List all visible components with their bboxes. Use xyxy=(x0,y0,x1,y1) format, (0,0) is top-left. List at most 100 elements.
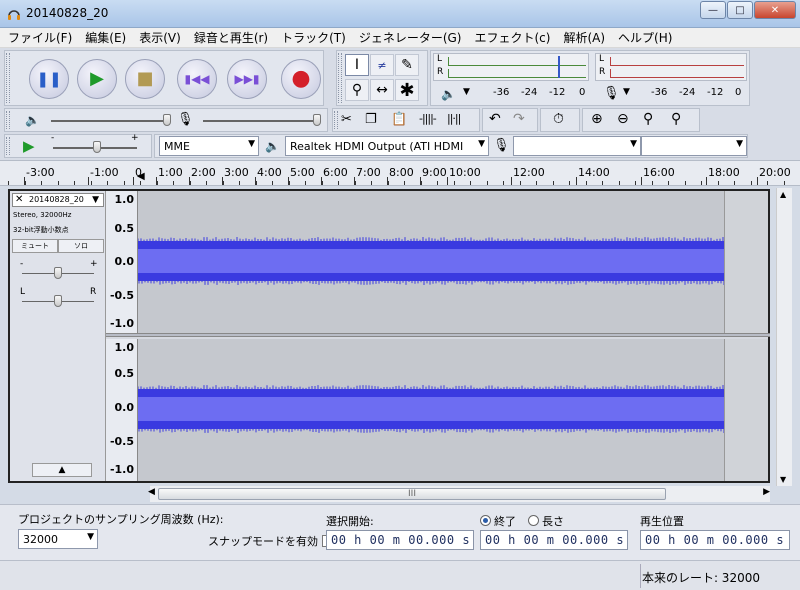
multi-tool-button[interactable]: ✱ xyxy=(395,79,419,101)
empty-track-region[interactable] xyxy=(724,191,768,333)
ruler-minor-tick xyxy=(602,181,603,185)
audio-position-time[interactable]: 00 h 00 m 00.000 s xyxy=(640,530,790,550)
zoom-tool-button[interactable]: ⚲ xyxy=(345,79,369,101)
waveform-right-channel[interactable] xyxy=(138,339,724,481)
track-name-menu[interactable]: ✕ 20140828_20 ▼ xyxy=(12,193,104,207)
menu-edit[interactable]: 編集(E) xyxy=(85,29,126,46)
amplitude-label: 0.0 xyxy=(114,255,135,268)
mute-button[interactable]: ミュート xyxy=(12,239,58,253)
meter-toolbar: L R L R 🔈 ▼ -36 -24 -12 0 🎙 ▼ -36 -24 -1… xyxy=(430,50,750,106)
fit-project-icon[interactable]: ⚲ xyxy=(671,111,681,127)
minimize-button[interactable]: — xyxy=(700,1,726,19)
amplitude-label: 0.5 xyxy=(114,222,135,235)
time-shift-tool-button[interactable]: ↔ xyxy=(370,79,394,101)
maximize-button[interactable]: □ xyxy=(727,1,753,19)
selection-start-time[interactable]: 00 h 00 m 00.000 s xyxy=(326,530,474,550)
pause-button[interactable]: ❚❚ xyxy=(29,59,69,99)
collapse-track-button[interactable]: ▲ xyxy=(32,463,92,477)
stop-button[interactable]: ■ xyxy=(125,59,165,99)
toolbar-grip[interactable] xyxy=(6,111,10,129)
menu-tracks[interactable]: トラック(T) xyxy=(281,29,346,46)
skip-to-start-button[interactable]: ▮◀◀ xyxy=(177,59,217,99)
menu-view[interactable]: 表示(V) xyxy=(139,29,181,46)
zoom-in-icon[interactable]: ⊕ xyxy=(591,111,603,127)
record-button[interactable]: ● xyxy=(281,59,321,99)
play-head-icon[interactable]: ◀ xyxy=(137,171,145,182)
record-volume-slider[interactable] xyxy=(203,120,319,122)
end-radio-button[interactable] xyxy=(480,515,491,526)
zoom-out-icon[interactable]: ⊖ xyxy=(617,111,629,127)
close-icon[interactable]: ✕ xyxy=(15,194,23,205)
input-device-select[interactable]: ▼ xyxy=(513,136,641,156)
solo-button[interactable]: ソロ xyxy=(58,239,104,253)
empty-track-region[interactable] xyxy=(724,339,768,481)
horizontal-scrollbar[interactable]: ◀ III ▶ xyxy=(148,486,770,502)
output-device-select[interactable]: Realtek HDMI Output (ATI HDMI ▼ xyxy=(285,136,489,156)
skip-to-end-button[interactable]: ▶▶▮ xyxy=(227,59,267,99)
fit-selection-icon[interactable]: ⚲ xyxy=(643,111,653,127)
ruler-minor-tick xyxy=(503,181,504,185)
chevron-down-icon[interactable]: ▼ xyxy=(463,87,470,97)
menu-generate[interactable]: ジェネレーター(G) xyxy=(359,29,462,46)
input-channels-select[interactable]: ▼ xyxy=(641,136,747,156)
redo-icon[interactable]: ↷ xyxy=(513,111,525,127)
chevron-down-icon: ▼ xyxy=(92,195,99,205)
scroll-left-icon[interactable]: ◀ xyxy=(148,487,155,497)
scissors-icon[interactable]: ✂ xyxy=(341,112,352,127)
scroll-up-icon[interactable]: ▲ xyxy=(780,190,786,199)
silence-icon[interactable]: ||·|| xyxy=(447,112,461,125)
horizontal-scroll-thumb[interactable]: III xyxy=(158,488,666,500)
timer-icon[interactable]: ⏱ xyxy=(553,111,564,127)
toolbar-grip[interactable] xyxy=(6,137,10,155)
play-at-speed-icon[interactable]: ▶ xyxy=(23,137,35,155)
close-button[interactable]: ✕ xyxy=(754,1,796,19)
playback-volume-slider[interactable] xyxy=(51,120,169,122)
ruler-tick xyxy=(641,177,642,185)
gain-slider-thumb[interactable] xyxy=(54,267,62,279)
toolbar-grip[interactable] xyxy=(338,53,342,103)
menu-transport[interactable]: 録音と再生(r) xyxy=(194,29,268,46)
ruler-time-label: 8:00 xyxy=(389,166,414,179)
menu-effect[interactable]: エフェクト(c) xyxy=(475,29,551,46)
meter-right-label: R xyxy=(437,67,444,77)
toolbar-grip[interactable] xyxy=(334,111,338,129)
menu-analyze[interactable]: 解析(A) xyxy=(563,29,605,46)
scroll-right-icon[interactable]: ▶ xyxy=(763,487,770,497)
end-radio[interactable]: 終了 xyxy=(480,513,516,529)
audio-host-select[interactable]: MME ▼ xyxy=(159,136,259,156)
length-radio[interactable]: 長さ xyxy=(528,513,564,529)
chevron-down-icon[interactable]: ▼ xyxy=(623,87,630,97)
selection-tool-button[interactable]: I xyxy=(345,54,369,76)
snap-to-control[interactable]: スナップモードを有効 xyxy=(208,533,334,549)
undo-icon[interactable]: ↶ xyxy=(489,111,501,127)
vertical-scrollbar[interactable]: ▲ ▼ xyxy=(776,188,792,486)
ruler-minor-tick xyxy=(767,181,768,185)
length-radio-button[interactable] xyxy=(528,515,539,526)
meter-tick: -36 xyxy=(651,87,668,98)
pan-slider-thumb[interactable] xyxy=(54,295,62,307)
trim-icon[interactable]: -||||- xyxy=(419,112,437,125)
amplitude-ruler-left[interactable]: 1.0 0.5 0.0 -0.5 -1.0 xyxy=(106,191,138,333)
copy-icon[interactable]: ❐ xyxy=(365,112,377,127)
play-button[interactable]: ▶ xyxy=(77,59,117,99)
scroll-down-icon[interactable]: ▼ xyxy=(780,475,786,484)
timeline-ruler[interactable]: -3:00 -1:00 0 1:00 2:00 3:00 4:00 5:00 6:00 7:00 8… xyxy=(0,160,800,186)
menu-file[interactable]: ファイル(F) xyxy=(8,29,72,46)
window-title: 20140828_20 xyxy=(26,6,109,20)
play-speed-thumb[interactable] xyxy=(93,141,101,153)
playback-volume-thumb[interactable] xyxy=(163,114,171,126)
ruler-minor-tick xyxy=(8,181,9,185)
waveform-left-channel[interactable] xyxy=(138,191,724,333)
draw-tool-button[interactable]: ✎ xyxy=(395,54,419,76)
amplitude-ruler-right[interactable]: 1.0 0.5 0.0 -0.5 -1.0 xyxy=(106,339,138,481)
paste-icon[interactable]: 📋 xyxy=(391,112,407,127)
record-meter[interactable]: L R xyxy=(595,53,747,81)
record-volume-thumb[interactable] xyxy=(313,114,321,126)
project-rate-select[interactable]: 32000 ▼ xyxy=(18,529,98,549)
playback-meter[interactable]: L R xyxy=(433,53,589,81)
toolbar-grip[interactable] xyxy=(6,53,10,103)
envelope-tool-button[interactable]: ≠ xyxy=(370,54,394,76)
menu-help[interactable]: ヘルプ(H) xyxy=(618,29,672,46)
asterisk-icon: ✱ xyxy=(399,79,415,101)
selection-end-time[interactable]: 00 h 00 m 00.000 s xyxy=(480,530,628,550)
